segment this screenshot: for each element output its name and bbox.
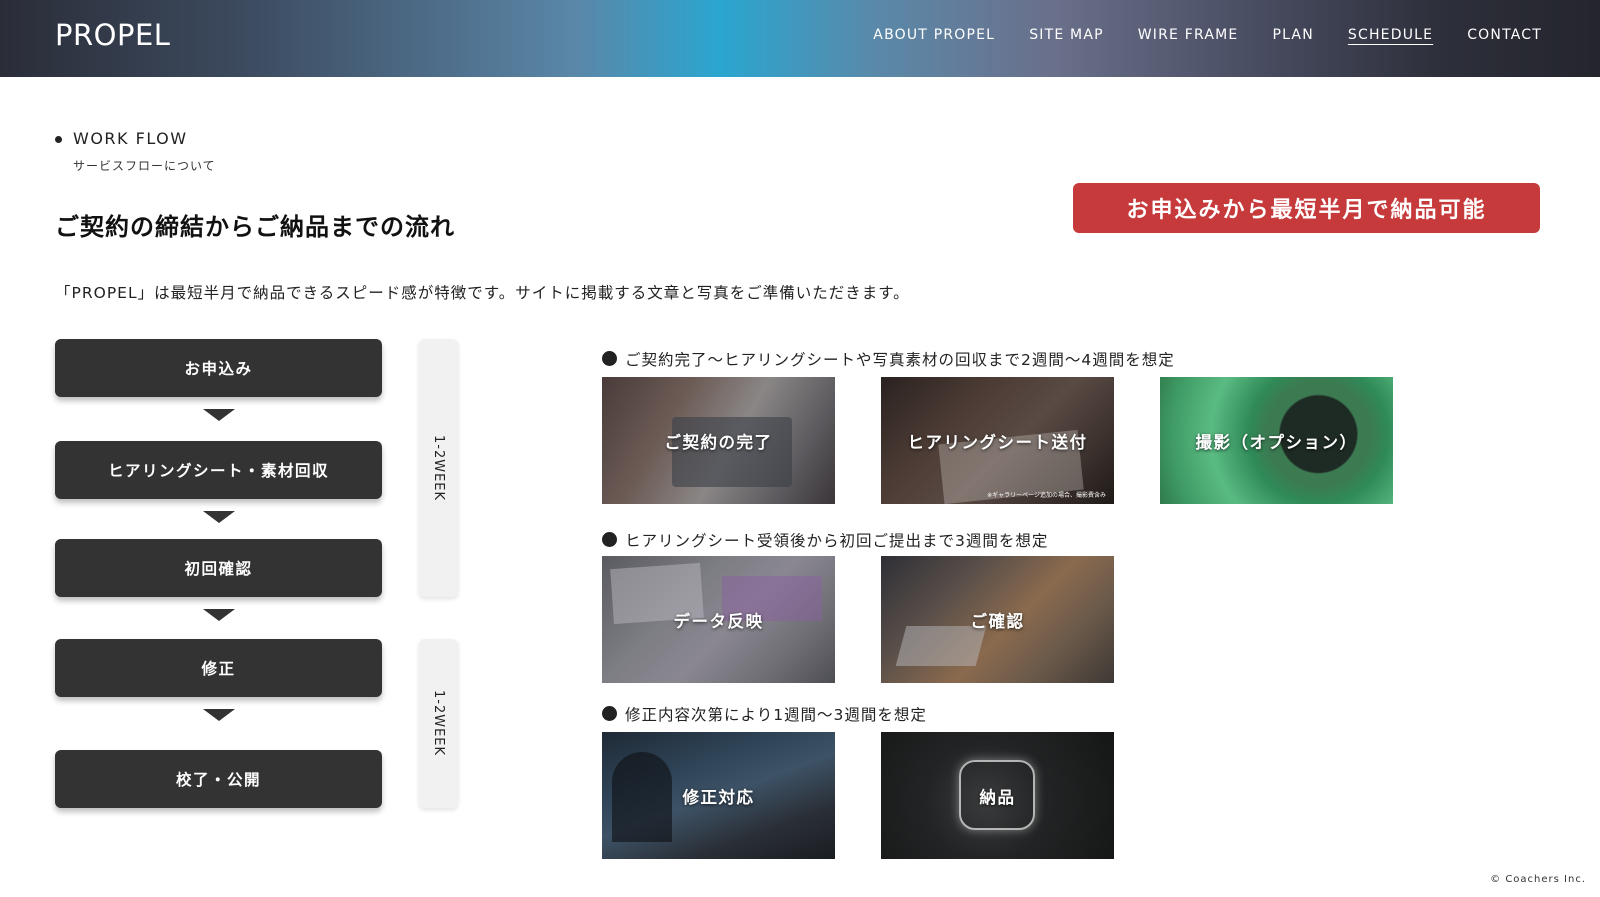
tile-label: ご確認 bbox=[970, 611, 1025, 631]
down-arrow-icon bbox=[203, 609, 235, 621]
tile-note: ※ギャラリーページ追加の場合、撮影費含み bbox=[987, 492, 1106, 499]
group-title: ご契約完了〜ヒアリングシートや写真素材の回収まで2週間〜4週間を想定 bbox=[625, 351, 1175, 369]
nav-plan[interactable]: PLAN bbox=[1272, 27, 1313, 43]
laptop-photo-shape bbox=[895, 626, 987, 666]
flow-step-revision: 修正 bbox=[55, 639, 382, 697]
tile-hearing-sheet-send[interactable]: ヒアリングシート送付 ※ギャラリーページ追加の場合、撮影費含み bbox=[881, 377, 1114, 504]
person-silhouette-shape bbox=[612, 752, 672, 842]
section-bullet-icon bbox=[55, 136, 62, 143]
flow-step-publish: 校了・公開 bbox=[55, 750, 382, 808]
flow-step-initial-review: 初回確認 bbox=[55, 539, 382, 597]
tile-revision-work[interactable]: 修正対応 bbox=[602, 732, 835, 859]
tile-label: 撮影（オプション） bbox=[1195, 432, 1358, 452]
flow-step-application: お申込み bbox=[55, 339, 382, 397]
tile-data-reflection[interactable]: データ反映 bbox=[602, 556, 835, 683]
tile-label: ヒアリングシート送付 bbox=[907, 432, 1088, 452]
week-duration-bar: 1-2WEEK bbox=[419, 339, 458, 597]
down-arrow-icon bbox=[203, 409, 235, 421]
group-bullet-icon bbox=[602, 706, 617, 721]
flow-step-hearing-sheet: ヒアリングシート・素材回収 bbox=[55, 441, 382, 499]
tile-delivery[interactable]: 納品 bbox=[881, 732, 1114, 859]
nav-wire-frame[interactable]: WIRE FRAME bbox=[1138, 27, 1239, 43]
site-logo[interactable]: PROPEL bbox=[55, 18, 170, 52]
group-bullet-icon bbox=[602, 351, 617, 366]
tile-confirmation[interactable]: ご確認 bbox=[881, 556, 1114, 683]
group-bullet-icon bbox=[602, 532, 617, 547]
description-text: 「PROPEL」は最短半月で納品できるスピード感が特徴です。サイトに掲載する文章… bbox=[55, 284, 910, 302]
site-header: PROPEL ABOUT PROPEL SITE MAP WIRE FRAME … bbox=[0, 0, 1600, 77]
down-arrow-icon bbox=[203, 709, 235, 721]
nav-contact[interactable]: CONTACT bbox=[1467, 27, 1542, 43]
tile-label: ご契約の完了 bbox=[664, 432, 773, 452]
tile-label: 修正対応 bbox=[682, 787, 755, 807]
down-arrow-icon bbox=[203, 511, 235, 523]
nav-about-propel[interactable]: ABOUT PROPEL bbox=[873, 27, 995, 43]
page-heading: ご契約の締結からご納品までの流れ bbox=[55, 213, 455, 241]
tile-contract-complete[interactable]: ご契約の完了 bbox=[602, 377, 835, 504]
group-title: 修正内容次第により1週間〜3週間を想定 bbox=[625, 706, 927, 724]
section-title: WORK FLOW bbox=[73, 129, 188, 148]
section-subtitle: サービスフローについて bbox=[73, 159, 216, 173]
footer-copyright: © Coachers Inc. bbox=[1490, 874, 1586, 885]
nav-schedule[interactable]: SCHEDULE bbox=[1348, 27, 1433, 43]
nav-site-map[interactable]: SITE MAP bbox=[1029, 27, 1104, 43]
week-duration-bar: 1-2WEEK bbox=[419, 639, 458, 808]
tile-label: データ反映 bbox=[673, 611, 764, 631]
week-duration-label: 1-2WEEK bbox=[431, 690, 446, 757]
cta-badge: お申込みから最短半月で納品可能 bbox=[1073, 183, 1540, 233]
tile-photography-option[interactable]: 撮影（オプション） bbox=[1160, 377, 1393, 504]
week-duration-label: 1-2WEEK bbox=[431, 434, 446, 502]
main-nav: ABOUT PROPEL SITE MAP WIRE FRAME PLAN SC… bbox=[873, 27, 1542, 43]
tile-label: 納品 bbox=[979, 787, 1016, 807]
group-title: ヒアリングシート受領後から初回ご提出まで3週間を想定 bbox=[625, 532, 1049, 550]
